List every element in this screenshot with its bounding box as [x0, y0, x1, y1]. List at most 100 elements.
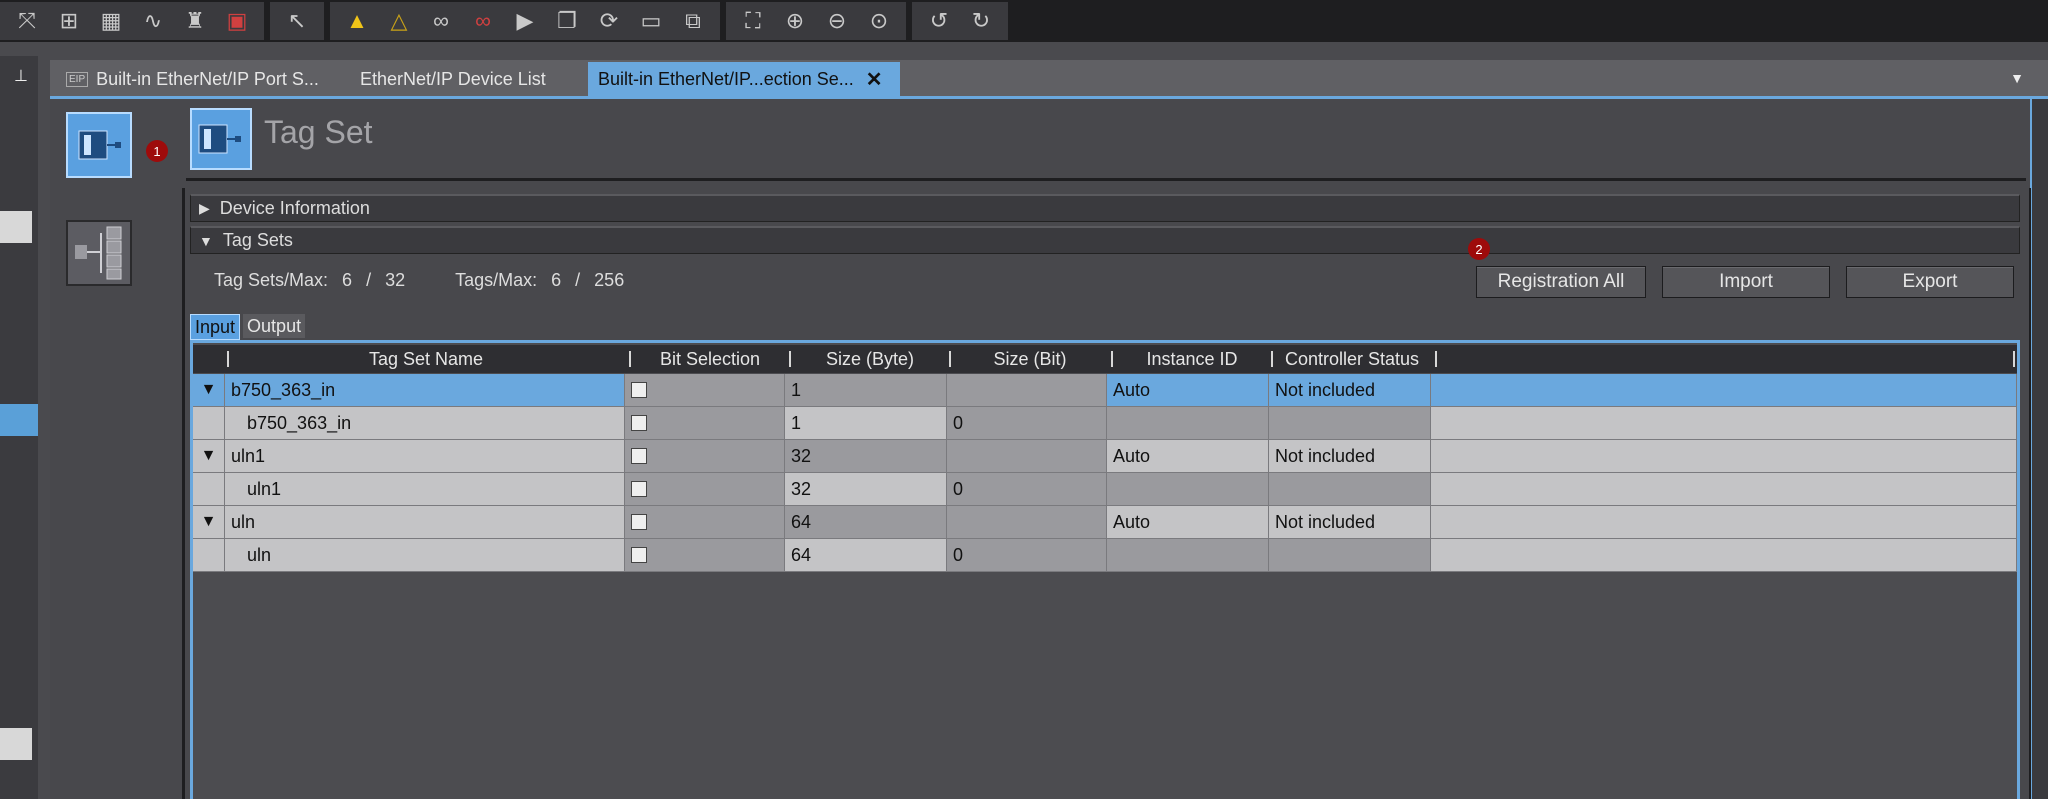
monitor-switch-icon[interactable]: ⧉: [672, 3, 714, 39]
warning-icon[interactable]: ▲: [336, 3, 378, 39]
tag-set-name-cell[interactable]: uln: [225, 506, 625, 539]
table-row[interactable]: uln1 32 0: [193, 473, 2017, 506]
bit-selection-checkbox[interactable]: [631, 514, 647, 530]
bit-selection-cell[interactable]: [625, 374, 785, 407]
pin-icon[interactable]: ⊥: [14, 66, 28, 86]
bit-selection-checkbox[interactable]: [631, 382, 647, 398]
tab-input[interactable]: Input: [190, 314, 241, 340]
glasses-icon[interactable]: ∞: [420, 3, 462, 39]
table-row[interactable]: ▼ uln 64 Auto Not included: [193, 506, 2017, 539]
zoom-in-icon[interactable]: ⊕: [774, 3, 816, 39]
tag-name-cell[interactable]: uln1: [225, 473, 625, 506]
pointer-icon[interactable]: ↖: [276, 3, 318, 39]
dock-item-selected[interactable]: [0, 404, 38, 436]
column-header-tag-set-name[interactable]: Tag Set Name: [229, 345, 623, 373]
undo-icon[interactable]: ↺: [918, 3, 960, 39]
table-row[interactable]: ▼ b750_363_in 1 Auto Not included: [193, 374, 2017, 407]
tag-set-name-cell[interactable]: b750_363_in: [225, 374, 625, 407]
size-byte-cell[interactable]: 1: [785, 407, 947, 440]
size-bit-cell[interactable]: [947, 374, 1107, 407]
column-header-size-byte[interactable]: Size (Byte): [791, 345, 949, 373]
bit-selection-checkbox[interactable]: [631, 547, 647, 563]
zoom-out-icon[interactable]: ⊖: [816, 3, 858, 39]
tab-connection-settings[interactable]: Built-in EtherNet/IP...ection Se... ✕: [588, 62, 900, 96]
tab-output[interactable]: Output: [243, 314, 306, 338]
instance-id-cell[interactable]: Auto: [1107, 506, 1269, 539]
bit-selection-checkbox[interactable]: [631, 448, 647, 464]
bit-selection-checkbox[interactable]: [631, 415, 647, 431]
size-byte-cell[interactable]: 32: [785, 473, 947, 506]
table-row[interactable]: ▼ uln1 32 Auto Not included: [193, 440, 2017, 473]
waveform-icon[interactable]: ∿: [132, 3, 174, 39]
network-icon[interactable]: ⤧: [6, 3, 48, 39]
instance-id-cell[interactable]: Auto: [1107, 440, 1269, 473]
instance-id-cell[interactable]: Auto: [1107, 374, 1269, 407]
collapse-row-icon[interactable]: ▼: [193, 374, 225, 407]
size-byte-cell[interactable]: 64: [785, 539, 947, 572]
alert-icon[interactable]: ▣: [216, 3, 258, 39]
toolbar-group-4: ⛶ ⊕ ⊖ ⊙: [726, 2, 906, 40]
tag-name-cell[interactable]: uln: [225, 539, 625, 572]
connection-view-button[interactable]: [66, 220, 132, 286]
column-separator[interactable]: [1435, 351, 1437, 367]
device-information-section-header[interactable]: ▶ Device Information: [190, 194, 2020, 222]
size-bit-cell[interactable]: 0: [947, 473, 1107, 506]
column-header-controller-status[interactable]: Controller Status: [1273, 345, 1431, 373]
warning-cross-icon[interactable]: △: [378, 3, 420, 39]
import-button[interactable]: Import: [1662, 266, 1830, 298]
tag-set-view-button[interactable]: [66, 112, 132, 178]
size-bit-cell[interactable]: [947, 440, 1107, 473]
play-icon[interactable]: ▶: [504, 3, 546, 39]
indent-cell: [193, 473, 225, 506]
bit-selection-checkbox[interactable]: [631, 481, 647, 497]
registration-all-button[interactable]: Registration All: [1476, 266, 1646, 298]
binoculars-icon[interactable]: ♜: [174, 3, 216, 39]
grid-header: Tag Set Name Bit Selection Size (Byte) S…: [193, 345, 2017, 373]
size-byte-cell[interactable]: 1: [785, 374, 947, 407]
chevron-down-icon[interactable]: ▼: [2010, 70, 2024, 86]
monitor-icon[interactable]: ▭: [630, 3, 672, 39]
page-title: Tag Set: [264, 114, 373, 150]
tab-label: Built-in EtherNet/IP Port S...: [96, 68, 319, 89]
right-scroll-rail[interactable]: [2030, 99, 2048, 799]
export-button[interactable]: Export: [1846, 266, 2014, 298]
cycle-icon[interactable]: ⟳: [588, 3, 630, 39]
tag-set-name-cell[interactable]: uln1: [225, 440, 625, 473]
stack-icon[interactable]: ❐: [546, 3, 588, 39]
column-header-instance-id[interactable]: Instance ID: [1113, 345, 1271, 373]
controller-status-cell: Not included: [1269, 440, 1431, 473]
column-header-size-bit[interactable]: Size (Bit): [951, 345, 1109, 373]
redo-icon[interactable]: ↻: [960, 3, 1002, 39]
tag-sets-count: 6: [342, 270, 353, 290]
column-separator[interactable]: [2013, 351, 2015, 367]
tag-stats: Tag Sets/Max: 6 / 32 Tags/Max: 6 / 256: [214, 270, 624, 291]
close-icon[interactable]: ✕: [866, 67, 883, 92]
bit-selection-cell[interactable]: [625, 539, 785, 572]
toolbar-group-3: ▲ △ ∞ ∞ ▶ ❐ ⟳ ▭ ⧉: [330, 2, 720, 40]
table-row[interactable]: uln 64 0: [193, 539, 2017, 572]
fit-icon[interactable]: ⛶: [732, 3, 774, 39]
table-row[interactable]: b750_363_in 1 0: [193, 407, 2017, 440]
size-byte-cell[interactable]: 32: [785, 440, 947, 473]
size-byte-cell[interactable]: 64: [785, 506, 947, 539]
dock-item[interactable]: [0, 211, 32, 243]
tab-port-settings[interactable]: EIP Built-in EtherNet/IP Port S...: [56, 62, 376, 96]
zoom-100-icon[interactable]: ⊙: [858, 3, 900, 39]
tag-sets-section-header[interactable]: ▼ Tag Sets: [190, 226, 2020, 254]
dock-item[interactable]: [0, 728, 32, 760]
toolbar-group-1: ⤧ ⊞ ▦ ∿ ♜ ▣: [0, 2, 264, 40]
bit-selection-cell[interactable]: [625, 473, 785, 506]
column-header-bit-selection[interactable]: Bit Selection: [631, 345, 789, 373]
table-icon[interactable]: ▦: [90, 3, 132, 39]
size-bit-cell[interactable]: [947, 506, 1107, 539]
collapse-row-icon[interactable]: ▼: [193, 440, 225, 473]
size-bit-cell[interactable]: 0: [947, 407, 1107, 440]
bit-selection-cell[interactable]: [625, 407, 785, 440]
bit-selection-cell[interactable]: [625, 506, 785, 539]
glasses-red-icon[interactable]: ∞: [462, 3, 504, 39]
bit-selection-cell[interactable]: [625, 440, 785, 473]
tag-name-cell[interactable]: b750_363_in: [225, 407, 625, 440]
collapse-row-icon[interactable]: ▼: [193, 506, 225, 539]
report-icon[interactable]: ⊞: [48, 3, 90, 39]
size-bit-cell[interactable]: 0: [947, 539, 1107, 572]
